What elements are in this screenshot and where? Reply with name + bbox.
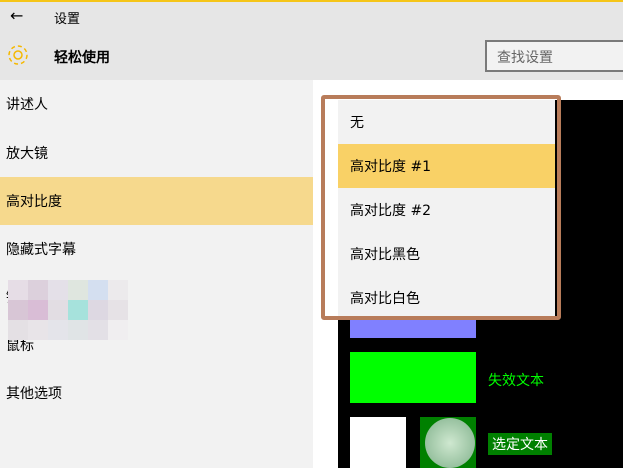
hyperlink-color-swatch[interactable] xyxy=(350,318,476,338)
selected-text-label: 选定文本 xyxy=(488,433,552,455)
windows-logo-watermark xyxy=(425,418,475,468)
sidebar-item-narrator[interactable]: 讲述人 xyxy=(0,80,313,128)
sidebar-item-other-options[interactable]: 其他选项 xyxy=(0,369,313,417)
sidebar-item-closed-captions[interactable]: 隐藏式字幕 xyxy=(0,225,313,273)
app-title: 设置 xyxy=(54,12,81,27)
disabled-text-label: 失效文本 xyxy=(488,373,544,389)
page-title: 轻松使用 xyxy=(54,50,110,66)
sidebar: 讲述人 放大镜 高对比度 隐藏式字幕 键盘 鼠标 其他选项 xyxy=(0,80,313,468)
highlight-frame xyxy=(321,95,561,320)
background-swatch[interactable] xyxy=(350,417,406,468)
disabled-text-swatch[interactable] xyxy=(350,352,476,403)
gear-icon xyxy=(8,45,28,65)
back-arrow-icon[interactable]: ← xyxy=(10,6,23,25)
sidebar-item-magnifier[interactable]: 放大镜 xyxy=(0,129,313,177)
search-input[interactable]: 查找设置 xyxy=(485,40,623,72)
sidebar-item-high-contrast[interactable]: 高对比度 xyxy=(0,177,313,225)
pixelated-blur xyxy=(8,280,140,340)
